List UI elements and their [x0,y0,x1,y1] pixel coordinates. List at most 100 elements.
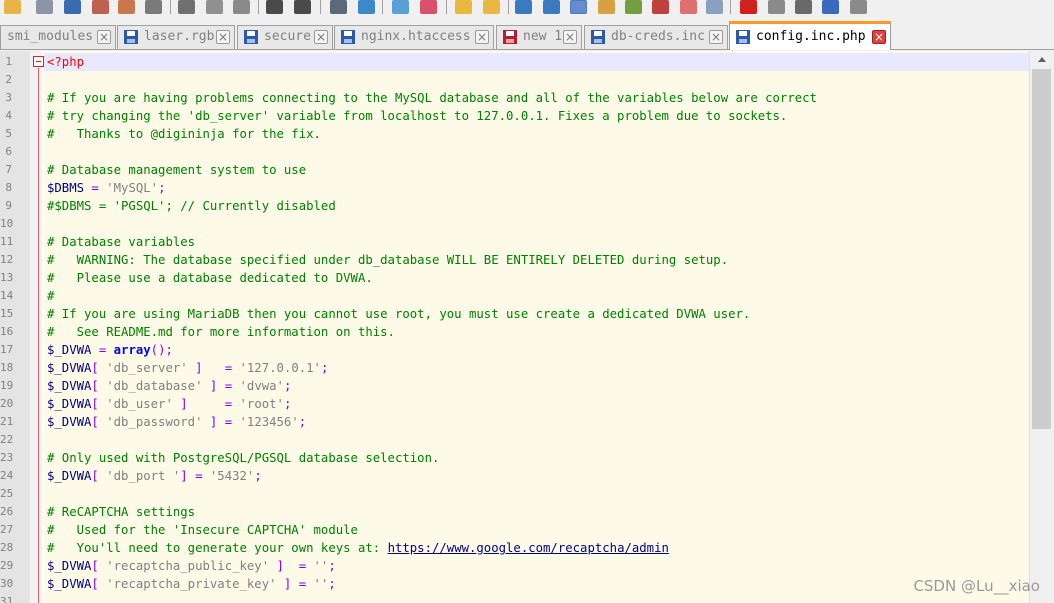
zoom-in-icon[interactable] [392,0,409,14]
code-line[interactable]: 2 [0,71,1029,89]
tab-label: new 1 [523,29,563,44]
code-line[interactable]: 11 # Database variables [0,233,1029,251]
code-line[interactable]: 8 $DBMS = 'MySQL'; [0,179,1029,197]
code-line[interactable]: 25 [0,485,1029,503]
indent-guide-icon[interactable] [570,0,587,14]
code-line[interactable]: 5 # Thanks to @digininja for the fix. [0,125,1029,143]
code-line[interactable]: 10 [0,215,1029,233]
code-line[interactable]: 12 # WARNING: The database specified unde… [0,251,1029,269]
code-token: [ [91,379,107,393]
tab-bar: smi_modules × laser.rgb × secure × nginx… [0,20,1054,50]
code-line[interactable]: 29 $_DVWA[ 'recaptcha_public_key' ] = ''; [0,557,1029,575]
tab-smi-modules[interactable]: smi_modules × [0,25,116,49]
code-line[interactable]: 14 # [0,287,1029,305]
open-file-icon[interactable] [4,0,21,14]
code-line[interactable]: 27 # Used for the 'Insecure CAPTCHA' modu… [0,521,1029,539]
code-line[interactable]: 28 # You'll need to generate your own key… [0,539,1029,557]
code-token: $_DVWA [47,577,92,591]
line-number: 25 [0,487,14,500]
sync-horizontal-icon[interactable] [483,0,500,14]
word-wrap-icon[interactable] [515,0,532,14]
line-number: 29 [0,559,14,572]
code-token: ] = [202,415,240,429]
tab-close-icon[interactable]: × [216,30,230,44]
vertical-scrollbar[interactable] [1029,51,1054,603]
code-line[interactable]: 20 $_DVWA[ 'db_user' ] = 'root'; [0,395,1029,413]
code-line[interactable]: 3 # If you are having problems connecting… [0,89,1029,107]
line-number: 21 [0,415,14,428]
code-line[interactable]: 19 $_DVWA[ 'db_database' ] = 'dvwa'; [0,377,1029,395]
close-file-icon[interactable] [92,0,109,14]
stop-recording-icon[interactable] [768,0,785,14]
paste-icon[interactable] [233,0,250,14]
print-icon[interactable] [145,0,162,14]
toolbar [0,0,1054,20]
tab-config-inc-php[interactable]: config.inc.php × [729,21,891,50]
tab-close-icon[interactable]: × [475,30,489,44]
code-token: $_DVWA [47,379,92,393]
code-line[interactable]: 26 # ReCAPTCHA settings [0,503,1029,521]
tab-close-icon[interactable]: × [563,30,577,44]
user-language-icon[interactable] [598,0,615,14]
tab-secure[interactable]: secure × [237,25,333,49]
tab-close-icon[interactable]: × [872,30,886,44]
code-line[interactable]: 9 #$DBMS = 'PGSQL'; // Currently disabled [0,197,1029,215]
code-line[interactable]: 7 # Database management system to use [0,161,1029,179]
cut-icon[interactable] [178,0,195,14]
redo-icon[interactable] [294,0,311,14]
code-link[interactable]: https://www.google.com/recaptcha/admin [388,541,669,555]
tab-nginx-htaccess[interactable]: nginx.htaccess × [334,25,494,49]
code-line[interactable]: 17 $_DVWA = array(); [0,341,1029,359]
sync-vertical-icon[interactable] [455,0,472,14]
code-line[interactable]: 24 $_DVWA[ 'db_port '] = '5432'; [0,467,1029,485]
function-list-icon[interactable] [652,0,669,14]
code-line[interactable]: 30 $_DVWA[ 'recaptcha_private_key' ] = ''… [0,575,1029,593]
code-line[interactable]: 22 [0,431,1029,449]
line-number: 1 [5,55,12,68]
code-line[interactable]: 21 $_DVWA[ 'db_password' ] = '123456'; [0,413,1029,431]
tab-new-1[interactable]: new 1 × [496,25,582,49]
line-code: # Only used with PostgreSQL/PGSQL databa… [47,449,439,467]
scrollbar-thumb[interactable] [1032,69,1051,429]
code-line[interactable]: 31 [0,593,1029,603]
scroll-up-arrow-icon[interactable] [1030,51,1054,68]
find-icon[interactable] [330,0,347,14]
saved-file-icon [244,30,258,44]
tab-label: laser.rgb [144,29,215,44]
record-macro-icon[interactable] [740,0,757,14]
run-macro-multiple-icon[interactable] [822,0,839,14]
code-editor[interactable]: 1 <?php 2 3 # If you are having problems con… [0,51,1054,603]
folder-as-workspace-icon[interactable] [680,0,697,14]
tab-db-creds-inc[interactable]: db-creds.inc × [584,25,728,49]
save-macro-icon[interactable] [850,0,867,14]
replace-icon[interactable] [358,0,375,14]
show-all-characters-icon[interactable] [543,0,560,14]
document-map-icon[interactable] [625,0,642,14]
code-line[interactable]: 4 # try changing the 'db_server' variable… [0,107,1029,125]
code-token: 'db_user' [106,397,173,411]
copy-icon[interactable] [206,0,223,14]
code-line[interactable]: 15 # If you are using MariaDB then you ca… [0,305,1029,323]
save-icon[interactable] [36,0,53,14]
code-token: $DBMS [47,181,85,195]
saved-file-icon [736,30,750,44]
code-line[interactable]: 18 $_DVWA[ 'db_server' ] = '127.0.0.1'; [0,359,1029,377]
zoom-out-icon[interactable] [420,0,437,14]
monitoring-icon[interactable] [706,0,723,14]
code-line[interactable]: 6 [0,143,1029,161]
close-all-icon[interactable] [118,0,135,14]
code-line[interactable]: 1 <?php [0,53,1029,71]
tab-laser-rgb[interactable]: laser.rgb × [117,25,235,49]
code-line[interactable]: 16 # See README.md for more information o… [0,323,1029,341]
playback-macro-icon[interactable] [795,0,812,14]
undo-icon[interactable] [266,0,283,14]
code-line[interactable]: 23 # Only used with PostgreSQL/PGSQL data… [0,449,1029,467]
line-number: 27 [0,523,14,536]
code-line[interactable]: 13 # Please use a database dedicated to D… [0,269,1029,287]
tab-close-icon[interactable]: × [709,30,723,44]
code-token: ; [328,559,336,573]
code-token: [ [91,397,107,411]
save-all-icon[interactable] [64,0,81,14]
tab-close-icon[interactable]: × [97,30,111,44]
tab-close-icon[interactable]: × [314,30,328,44]
